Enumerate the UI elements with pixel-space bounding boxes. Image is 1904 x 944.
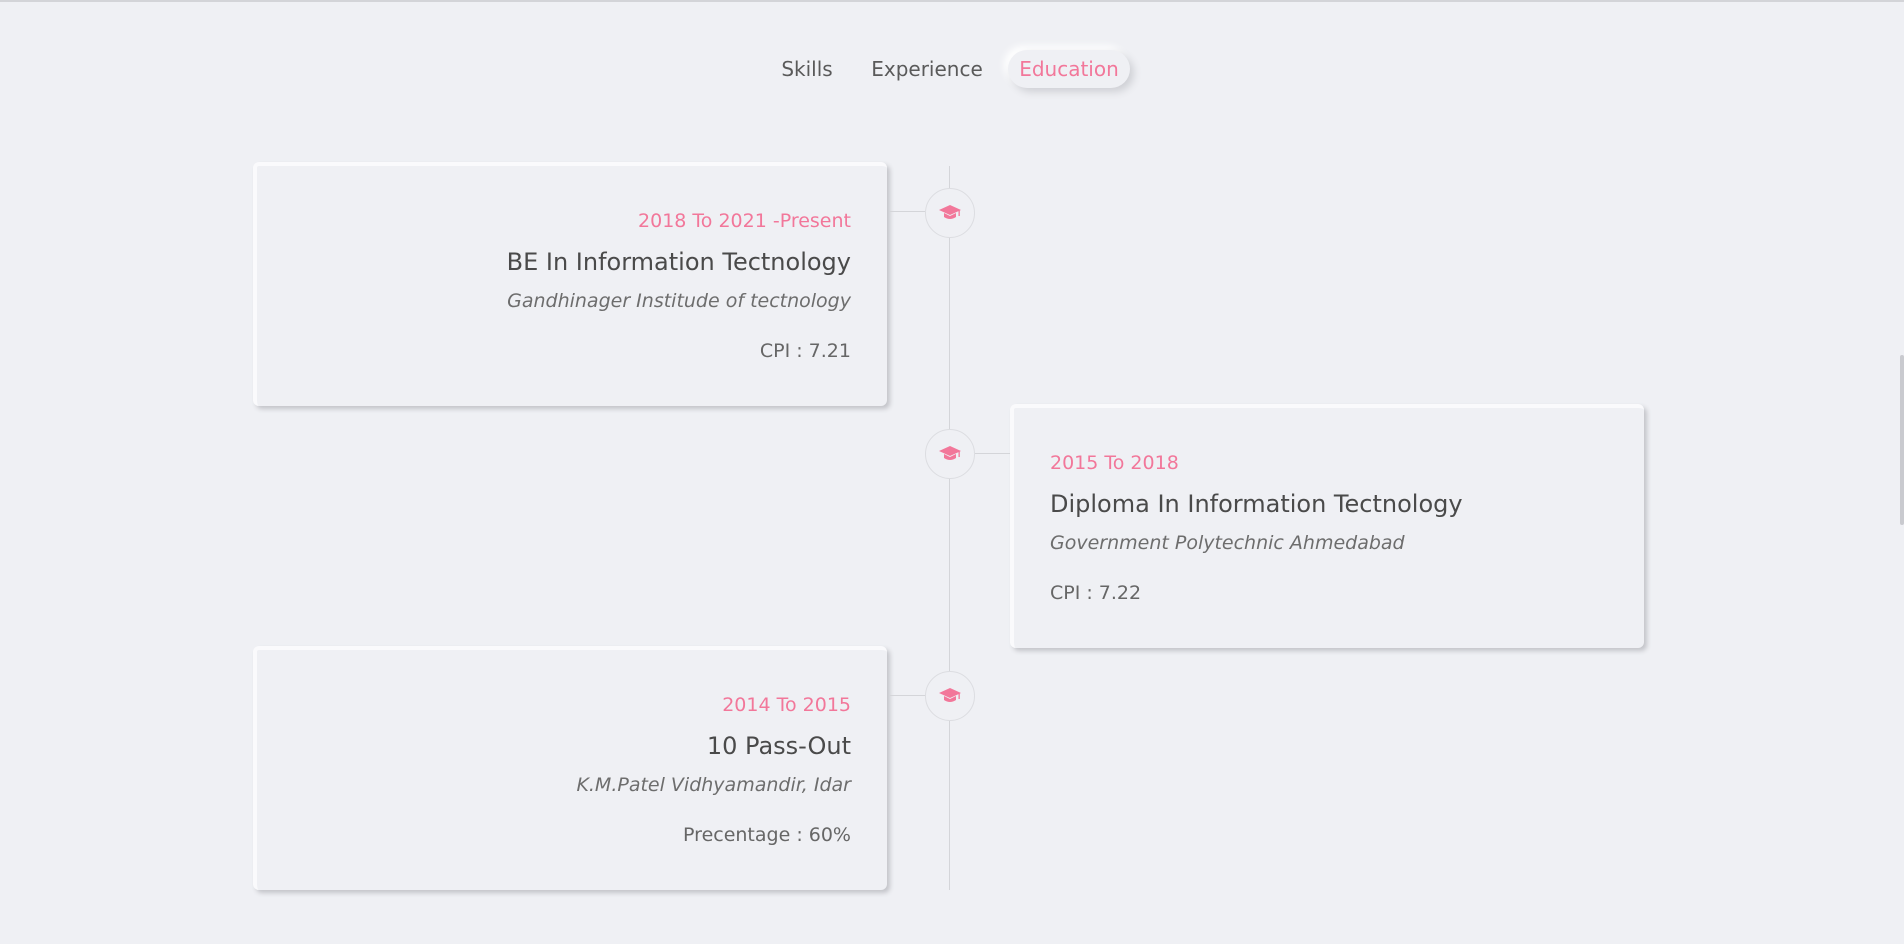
tab-education[interactable]: Education bbox=[1008, 50, 1130, 88]
tab-experience[interactable]: Experience bbox=[862, 50, 992, 88]
education-period: 2015 To 2018 bbox=[1050, 452, 1179, 474]
tab-skills[interactable]: Skills bbox=[774, 50, 840, 88]
education-card: 2014 To 2015 10 Pass-Out K.M.Patel Vidhy… bbox=[253, 646, 887, 890]
qualification-tabs: Skills Experience Education bbox=[0, 50, 1904, 88]
timeline-connector bbox=[975, 453, 1011, 454]
education-school: Gandhinager Institude of tectnology bbox=[507, 290, 851, 312]
education-degree: 10 Pass-Out bbox=[706, 732, 851, 760]
education-degree: BE In Information Tectnology bbox=[506, 248, 851, 276]
scrollbar-thumb[interactable] bbox=[1900, 355, 1904, 525]
education-score: CPI : 7.21 bbox=[759, 340, 851, 362]
timeline-node bbox=[925, 188, 975, 238]
top-divider bbox=[0, 0, 1904, 2]
education-school: Government Polytechnic Ahmedabad bbox=[1050, 532, 1405, 554]
education-score: CPI : 7.22 bbox=[1050, 582, 1142, 604]
timeline-node bbox=[925, 671, 975, 721]
timeline-connector bbox=[889, 695, 925, 696]
timeline-connector bbox=[889, 211, 925, 212]
graduation-cap-icon bbox=[939, 688, 961, 702]
timeline-node bbox=[925, 429, 975, 479]
education-score: Precentage : 60% bbox=[683, 824, 851, 846]
timeline-line bbox=[949, 166, 950, 890]
education-period: 2014 To 2015 bbox=[722, 694, 851, 716]
graduation-cap-icon bbox=[939, 446, 961, 460]
education-card: 2018 To 2021 -Present BE In Information … bbox=[253, 162, 887, 406]
education-degree: Diploma In Information Tectnology bbox=[1050, 490, 1463, 518]
graduation-cap-icon bbox=[939, 205, 961, 219]
education-card: 2015 To 2018 Diploma In Information Tect… bbox=[1010, 404, 1644, 648]
education-period: 2018 To 2021 -Present bbox=[638, 210, 851, 232]
education-school: K.M.Patel Vidhyamandir, Idar bbox=[576, 774, 851, 796]
